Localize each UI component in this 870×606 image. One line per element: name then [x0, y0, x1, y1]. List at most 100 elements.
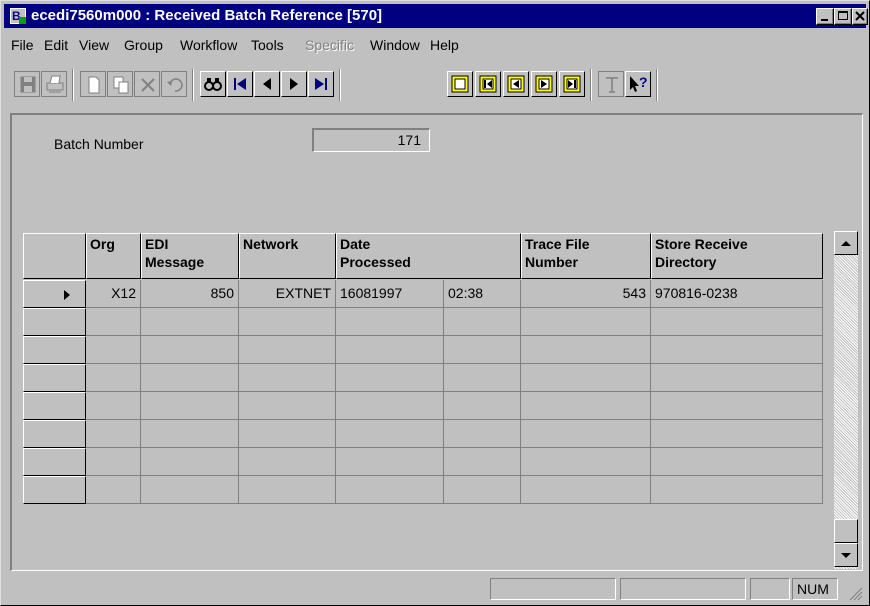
- menu-help[interactable]: Help: [430, 37, 459, 53]
- column-header-edi-message[interactable]: EDI Message: [141, 233, 239, 279]
- cell-org[interactable]: [86, 448, 141, 476]
- cell-edi-message[interactable]: [141, 364, 239, 392]
- row-selector[interactable]: [23, 392, 86, 420]
- cell-date[interactable]: 16081997: [336, 280, 444, 308]
- column-header-network[interactable]: Network: [239, 233, 336, 279]
- app-icon[interactable]: B: [10, 8, 26, 24]
- group-previous-button[interactable]: [503, 71, 529, 97]
- cell-store-receive-directory[interactable]: [651, 392, 823, 420]
- row-selector[interactable]: [23, 420, 86, 448]
- copy-button[interactable]: [107, 71, 133, 97]
- cell-edi-message[interactable]: [141, 392, 239, 420]
- cell-network[interactable]: [239, 476, 336, 504]
- menu-tools[interactable]: Tools: [251, 37, 284, 53]
- cell-trace-file-number[interactable]: [521, 392, 651, 420]
- resize-grip-icon[interactable]: [846, 584, 864, 602]
- cell-time[interactable]: [444, 476, 521, 504]
- vertical-scrollbar[interactable]: [834, 231, 858, 569]
- group-first-button[interactable]: [475, 71, 501, 97]
- cell-network[interactable]: [239, 420, 336, 448]
- cell-date[interactable]: [336, 308, 444, 336]
- find-button[interactable]: [200, 71, 226, 97]
- cell-date[interactable]: [336, 420, 444, 448]
- cell-org[interactable]: [86, 476, 141, 504]
- cell-network[interactable]: EXTNET: [239, 280, 336, 308]
- new-button[interactable]: [80, 71, 106, 97]
- print-button[interactable]: [41, 71, 67, 97]
- table-row[interactable]: [23, 392, 823, 420]
- menu-window[interactable]: Window: [370, 37, 420, 53]
- table-row[interactable]: [23, 336, 823, 364]
- batch-number-field[interactable]: 171: [312, 128, 430, 152]
- menu-group[interactable]: Group: [124, 37, 163, 53]
- cell-network[interactable]: [239, 336, 336, 364]
- cell-store-receive-directory[interactable]: [651, 448, 823, 476]
- cell-store-receive-directory[interactable]: [651, 420, 823, 448]
- cell-trace-file-number[interactable]: [521, 476, 651, 504]
- close-button[interactable]: [852, 8, 868, 25]
- cell-date[interactable]: [336, 392, 444, 420]
- row-selector[interactable]: [23, 308, 86, 336]
- row-selector[interactable]: [23, 336, 86, 364]
- cell-trace-file-number[interactable]: [521, 336, 651, 364]
- table-row[interactable]: [23, 476, 823, 504]
- cell-edi-message[interactable]: [141, 308, 239, 336]
- row-selector[interactable]: [23, 280, 86, 308]
- table-row[interactable]: [23, 364, 823, 392]
- table-row[interactable]: [23, 448, 823, 476]
- first-record-button[interactable]: [227, 71, 253, 97]
- cell-time[interactable]: [444, 392, 521, 420]
- table-row[interactable]: [23, 420, 823, 448]
- cell-network[interactable]: [239, 392, 336, 420]
- cell-org[interactable]: X12: [86, 280, 141, 308]
- last-record-button[interactable]: [308, 71, 334, 97]
- cell-time[interactable]: [444, 336, 521, 364]
- cell-edi-message[interactable]: [141, 476, 239, 504]
- column-header-date-processed[interactable]: Date Processed: [336, 233, 521, 279]
- cell-org[interactable]: [86, 336, 141, 364]
- group-next-button[interactable]: [531, 71, 557, 97]
- cell-org[interactable]: [86, 392, 141, 420]
- cell-time[interactable]: [444, 420, 521, 448]
- cell-org[interactable]: [86, 308, 141, 336]
- cell-time[interactable]: [444, 308, 521, 336]
- scroll-thumb[interactable]: [834, 519, 858, 543]
- text-button[interactable]: [598, 71, 624, 97]
- cell-org[interactable]: [86, 364, 141, 392]
- undo-button[interactable]: [161, 71, 187, 97]
- menu-view[interactable]: View: [79, 37, 109, 53]
- menu-edit[interactable]: Edit: [44, 37, 68, 53]
- cell-date[interactable]: [336, 476, 444, 504]
- row-selector[interactable]: [23, 364, 86, 392]
- cell-time[interactable]: [444, 364, 521, 392]
- cell-date[interactable]: [336, 448, 444, 476]
- previous-record-button[interactable]: [254, 71, 280, 97]
- cell-edi-message[interactable]: [141, 448, 239, 476]
- cell-time[interactable]: 02:38: [444, 280, 521, 308]
- cell-network[interactable]: [239, 364, 336, 392]
- column-header-org[interactable]: Org: [86, 233, 141, 279]
- row-selector[interactable]: [23, 476, 86, 504]
- maximize-button[interactable]: [834, 8, 852, 25]
- table-row[interactable]: [23, 308, 823, 336]
- menu-workflow[interactable]: Workflow: [180, 37, 237, 53]
- row-selector[interactable]: [23, 448, 86, 476]
- cell-time[interactable]: [444, 448, 521, 476]
- cell-network[interactable]: [239, 448, 336, 476]
- next-record-button[interactable]: [281, 71, 307, 97]
- delete-button[interactable]: [134, 71, 160, 97]
- cell-org[interactable]: [86, 420, 141, 448]
- menu-specific[interactable]: Specific: [305, 37, 354, 53]
- column-header-store-receive-directory[interactable]: Store Receive Directory: [651, 233, 823, 279]
- save-button[interactable]: [14, 71, 40, 97]
- cell-date[interactable]: [336, 364, 444, 392]
- cell-store-receive-directory[interactable]: [651, 308, 823, 336]
- title-bar[interactable]: B ecedi7560m000 : Received Batch Referen…: [4, 4, 868, 28]
- cell-trace-file-number[interactable]: [521, 448, 651, 476]
- cell-edi-message[interactable]: [141, 336, 239, 364]
- cell-store-receive-directory[interactable]: [651, 336, 823, 364]
- column-header-trace-file-number[interactable]: Trace File Number: [521, 233, 651, 279]
- cell-edi-message[interactable]: [141, 420, 239, 448]
- minimize-button[interactable]: [816, 8, 834, 25]
- cell-store-receive-directory[interactable]: 970816-0238: [651, 280, 823, 308]
